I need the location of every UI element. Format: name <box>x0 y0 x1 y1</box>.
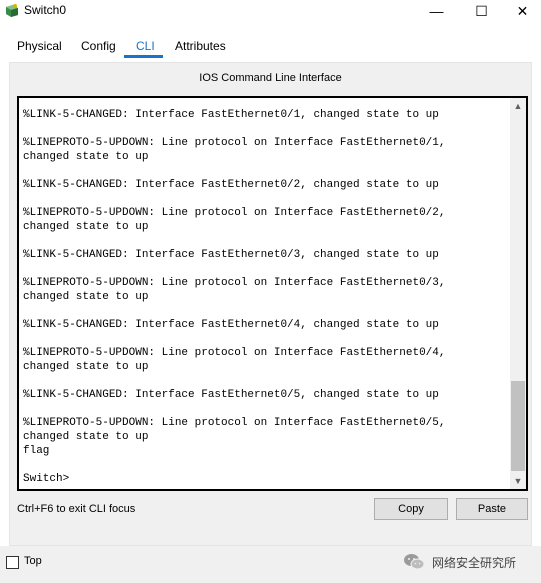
cli-scrollbar[interactable]: ▲ ▼ <box>510 98 526 489</box>
top-label: Top <box>24 555 42 567</box>
watermark-text: 网络安全研究所 <box>432 555 517 570</box>
cli-line: %LINEPROTO-5-UPDOWN: Line protocol on In… <box>23 417 446 429</box>
active-tab-indicator <box>124 55 163 58</box>
cli-output[interactable]: %LINK-5-CHANGED: Interface FastEthernet0… <box>23 108 508 486</box>
minimize-button[interactable]: — <box>414 0 459 22</box>
cli-line: changed state to up <box>23 151 149 163</box>
cli-line: changed state to up <box>23 361 149 373</box>
cli-line: %LINEPROTO-5-UPDOWN: Line protocol on In… <box>23 347 446 359</box>
cli-line: %LINK-5-CHANGED: Interface FastEthernet0… <box>23 179 439 191</box>
cli-line: changed state to up <box>23 291 149 303</box>
paste-button[interactable]: Paste <box>456 498 528 520</box>
title-bar: Switch0 — ☐ ✕ <box>0 0 541 22</box>
cli-line: flag <box>23 445 50 457</box>
cli-line <box>23 458 508 472</box>
cli-line: %LINK-5-CHANGED: Interface FastEthernet0… <box>23 249 439 261</box>
cli-line: %LINK-5-CHANGED: Interface FastEthernet0… <box>23 389 439 401</box>
cli-line: %LINK-5-CHANGED: Interface FastEthernet0… <box>23 109 439 121</box>
close-button[interactable]: ✕ <box>500 0 541 22</box>
cli-line: changed state to up <box>23 431 149 443</box>
watermark: 网络安全研究所 <box>402 550 516 574</box>
cli-line: %LINEPROTO-5-UPDOWN: Line protocol on In… <box>23 277 446 289</box>
cli-line <box>23 374 508 388</box>
cli-line <box>23 164 508 178</box>
cli-line <box>23 122 508 136</box>
window-content: Physical Config CLI Attributes IOS Comma… <box>0 22 541 546</box>
cli-line: %LINK-5-CHANGED: Interface FastEthernet0… <box>23 319 439 331</box>
scroll-up-arrow-icon[interactable]: ▲ <box>510 98 526 114</box>
wechat-logo-icon <box>404 554 425 570</box>
cli-panel: IOS Command Line Interface %LINK-5-CHANG… <box>9 62 532 546</box>
window-title: Switch0 <box>24 3 67 17</box>
cli-line: %LINEPROTO-5-UPDOWN: Line protocol on In… <box>23 207 446 219</box>
cli-line <box>23 234 508 248</box>
cli-terminal[interactable]: %LINK-5-CHANGED: Interface FastEthernet0… <box>17 96 528 491</box>
cli-line <box>23 402 508 416</box>
bottom-bar: Top 网络安全研究所 <box>0 546 541 583</box>
scroll-thumb[interactable] <box>511 381 525 471</box>
scroll-down-arrow-icon[interactable]: ▼ <box>510 473 526 489</box>
cli-line: changed state to up <box>23 221 149 233</box>
tab-config[interactable]: Config <box>81 36 116 60</box>
cli-line: %LINEPROTO-5-UPDOWN: Line protocol on In… <box>23 137 446 149</box>
maximize-button[interactable]: ☐ <box>459 0 504 22</box>
tab-attributes[interactable]: Attributes <box>175 36 226 60</box>
cli-line <box>23 262 508 276</box>
cli-line: Switch> <box>23 473 70 485</box>
cli-line <box>23 332 508 346</box>
tab-physical[interactable]: Physical <box>17 36 62 60</box>
exit-focus-hint: Ctrl+F6 to exit CLI focus <box>17 503 136 515</box>
panel-heading: IOS Command Line Interface <box>199 72 342 84</box>
top-checkbox[interactable] <box>6 556 19 569</box>
cli-line <box>23 304 508 318</box>
switch-app-icon <box>6 4 18 17</box>
copy-button[interactable]: Copy <box>374 498 448 520</box>
cli-line <box>23 192 508 206</box>
